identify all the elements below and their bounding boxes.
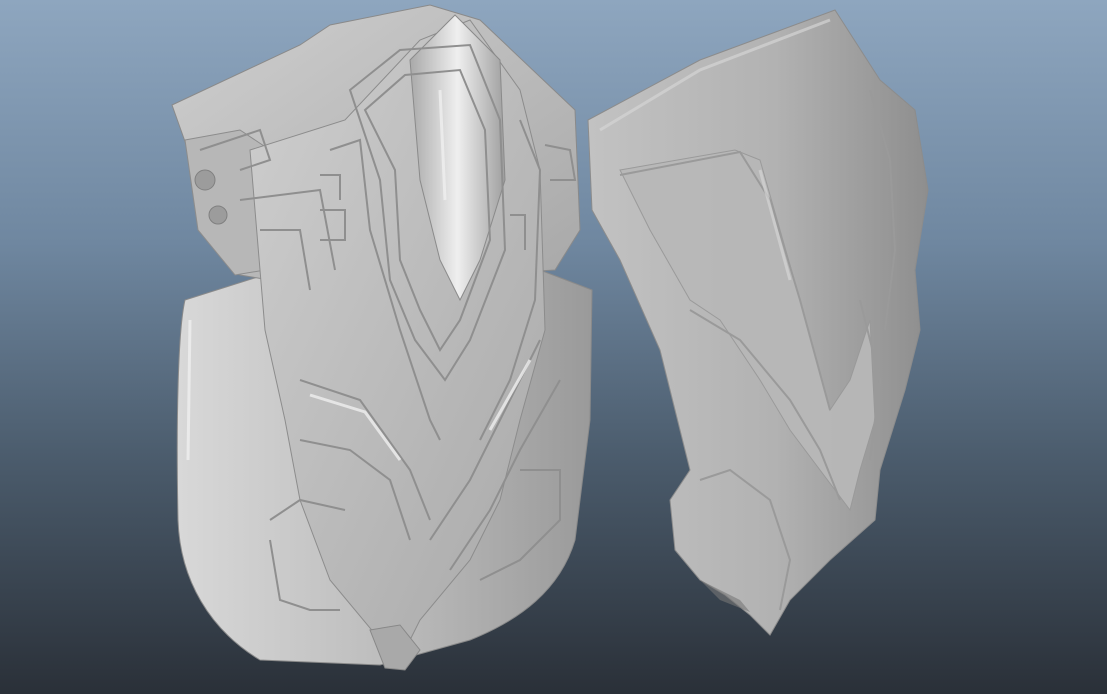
- rivet-hole: [194, 169, 216, 191]
- sculpted-armor-model[interactable]: [587, 9, 929, 636]
- 3d-viewport[interactable]: [0, 0, 1107, 694]
- hard-surface-armor-model[interactable]: [171, 4, 593, 671]
- rivet-hole: [208, 205, 228, 225]
- viewport-scene: [171, 4, 929, 671]
